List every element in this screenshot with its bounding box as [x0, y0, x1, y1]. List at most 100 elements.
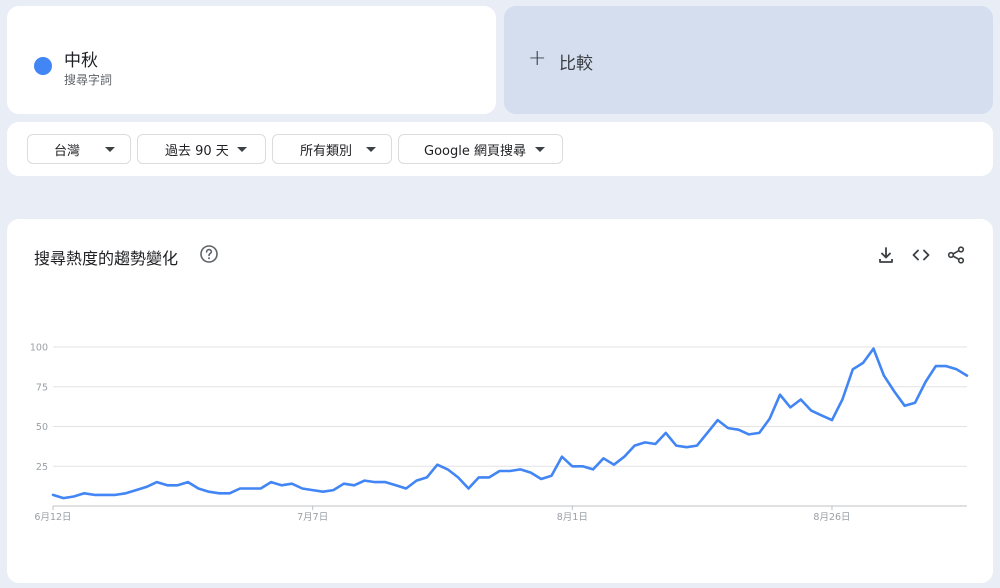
data-point[interactable] — [205, 488, 213, 496]
data-point[interactable] — [703, 429, 711, 437]
data-point[interactable] — [610, 461, 618, 469]
data-point[interactable] — [496, 467, 504, 475]
data-point[interactable] — [724, 424, 732, 432]
data-point[interactable] — [371, 478, 379, 486]
data-point[interactable] — [132, 486, 140, 494]
data-point[interactable] — [859, 359, 867, 367]
data-point[interactable] — [589, 465, 597, 473]
data-point[interactable] — [922, 378, 930, 386]
data-point[interactable] — [745, 430, 753, 438]
data-point[interactable] — [298, 485, 306, 493]
data-point[interactable] — [101, 491, 109, 499]
data-point[interactable] — [59, 494, 67, 502]
data-point[interactable] — [215, 489, 223, 497]
data-point[interactable] — [516, 465, 524, 473]
data-point[interactable] — [776, 391, 784, 399]
data-point[interactable] — [194, 485, 202, 493]
search-type-dropdown[interactable]: Google 網頁搜尋 — [398, 134, 563, 164]
data-point[interactable] — [818, 411, 826, 419]
data-point[interactable] — [413, 477, 421, 485]
data-point[interactable] — [766, 415, 774, 423]
data-point[interactable] — [350, 481, 358, 489]
data-point[interactable] — [631, 442, 639, 450]
data-point[interactable] — [548, 472, 556, 480]
data-point[interactable] — [485, 473, 493, 481]
data-point[interactable] — [714, 416, 722, 424]
data-point[interactable] — [620, 453, 628, 461]
y-tick-label: 100 — [30, 343, 48, 354]
data-point[interactable] — [475, 473, 483, 481]
data-point[interactable] — [143, 483, 151, 491]
data-point[interactable] — [786, 403, 794, 411]
data-point[interactable] — [901, 402, 909, 410]
data-point[interactable] — [153, 478, 161, 486]
data-point[interactable] — [340, 480, 348, 488]
data-point[interactable] — [381, 478, 389, 486]
data-point[interactable] — [807, 407, 815, 415]
data-point[interactable] — [111, 491, 119, 499]
data-point[interactable] — [662, 429, 670, 437]
data-point[interactable] — [849, 365, 857, 373]
data-point[interactable] — [226, 489, 234, 497]
plus-icon: + — [528, 46, 547, 71]
search-term-name[interactable]: 中秋 — [64, 46, 98, 71]
data-point[interactable] — [828, 416, 836, 424]
data-point[interactable] — [537, 475, 545, 483]
data-point[interactable] — [392, 481, 400, 489]
search-term-card[interactable]: 中秋 搜尋字詞 — [7, 6, 496, 114]
data-point[interactable] — [433, 461, 441, 469]
data-point[interactable] — [174, 481, 182, 489]
data-point[interactable] — [80, 489, 88, 497]
compare-button[interactable]: + 比較 — [504, 6, 993, 114]
data-point[interactable] — [683, 443, 691, 451]
data-point[interactable] — [309, 486, 317, 494]
data-point[interactable] — [163, 481, 171, 489]
data-point[interactable] — [506, 467, 514, 475]
data-point[interactable] — [693, 442, 701, 450]
data-point[interactable] — [735, 426, 743, 434]
data-point[interactable] — [444, 465, 452, 473]
data-point[interactable] — [454, 473, 462, 481]
data-point[interactable] — [184, 478, 192, 486]
data-point[interactable] — [236, 485, 244, 493]
data-point[interactable] — [953, 365, 961, 373]
data-point[interactable] — [423, 473, 431, 481]
data-point[interactable] — [257, 485, 265, 493]
data-point[interactable] — [91, 491, 99, 499]
data-point[interactable] — [49, 491, 57, 499]
data-point[interactable] — [246, 485, 254, 493]
data-point[interactable] — [558, 453, 566, 461]
data-point[interactable] — [911, 399, 919, 407]
data-point[interactable] — [70, 493, 78, 501]
data-point[interactable] — [465, 485, 473, 493]
x-tick-label: 8月1日 — [557, 512, 588, 523]
search-type-value: Google 網頁搜尋 — [424, 143, 526, 159]
data-point[interactable] — [319, 488, 327, 496]
data-point[interactable] — [838, 396, 846, 404]
data-point[interactable] — [288, 480, 296, 488]
data-point[interactable] — [600, 454, 608, 462]
data-point[interactable] — [579, 462, 587, 470]
data-point[interactable] — [942, 362, 950, 370]
data-point[interactable] — [672, 442, 680, 450]
data-point[interactable] — [122, 489, 130, 497]
data-point[interactable] — [755, 429, 763, 437]
region-dropdown[interactable]: 台灣 — [27, 134, 131, 164]
data-point[interactable] — [932, 362, 940, 370]
data-point[interactable] — [568, 462, 576, 470]
data-point[interactable] — [890, 388, 898, 396]
data-point[interactable] — [402, 485, 410, 493]
data-point[interactable] — [797, 396, 805, 404]
data-point[interactable] — [963, 372, 971, 380]
data-point[interactable] — [880, 372, 888, 380]
data-point[interactable] — [278, 481, 286, 489]
data-point[interactable] — [361, 477, 369, 485]
category-dropdown[interactable]: 所有類別 — [272, 134, 392, 164]
data-point[interactable] — [527, 469, 535, 477]
data-point[interactable] — [329, 486, 337, 494]
data-point[interactable] — [651, 440, 659, 448]
time-period-dropdown[interactable]: 過去 90 天 — [137, 134, 266, 164]
data-point[interactable] — [870, 345, 878, 353]
data-point[interactable] — [267, 478, 275, 486]
data-point[interactable] — [641, 438, 649, 446]
